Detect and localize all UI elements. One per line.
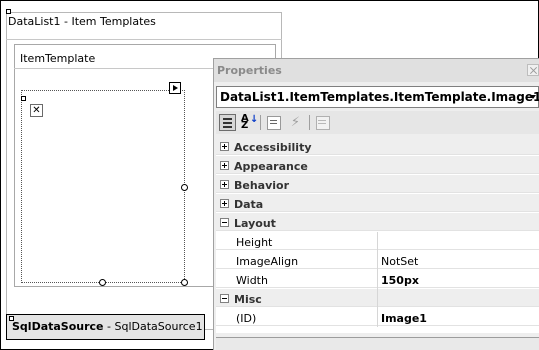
datalist-panel-title: DataList1 - Item Templates	[8, 15, 156, 28]
selected-object-text: DataList1.ItemTemplates.ItemTemplate.Ima…	[220, 90, 539, 104]
property-name: (ID)	[236, 312, 257, 325]
category-label: Misc	[234, 293, 262, 306]
properties-icon[interactable]	[265, 114, 282, 131]
property-pages-icon[interactable]	[314, 114, 331, 131]
expand-icon[interactable]	[220, 199, 229, 208]
broken-image-icon: ✕	[30, 104, 43, 117]
image-control[interactable]	[21, 90, 185, 283]
sqldatasource-id: SqlDataSource1	[114, 320, 203, 333]
column-divider[interactable]	[377, 232, 378, 327]
expand-icon[interactable]	[220, 142, 229, 151]
property-value[interactable]: Image1	[381, 312, 427, 325]
category-label: Appearance	[234, 160, 308, 173]
item-template-label: ItemTemplate	[20, 52, 96, 65]
sqldatasource-separator: -	[103, 320, 115, 333]
smart-tag-button[interactable]	[169, 82, 181, 94]
toolbar-separator	[260, 115, 261, 130]
category-label: Data	[234, 198, 264, 211]
panel-divider	[6, 39, 282, 40]
sqldatasource-label: SqlDataSource - SqlDataSource1	[12, 320, 203, 333]
property-name: Height	[236, 236, 273, 249]
sqldatasource-type: SqlDataSource	[12, 320, 104, 333]
resize-handle-right[interactable]	[181, 184, 188, 191]
category-label: Behavior	[234, 179, 290, 192]
collapse-icon[interactable]	[220, 294, 229, 303]
categorized-icon[interactable]	[219, 114, 236, 131]
toolbar-separator	[309, 115, 310, 130]
collapse-icon[interactable]	[220, 218, 229, 227]
category-row-data[interactable]	[216, 194, 539, 212]
property-name: ImageAlign	[236, 255, 299, 268]
resize-handle-bottom[interactable]	[99, 279, 106, 286]
properties-title: Properties	[217, 64, 282, 77]
expand-icon[interactable]	[220, 161, 229, 170]
property-value[interactable]: 150px	[381, 274, 419, 287]
category-label: Layout	[234, 217, 276, 230]
property-name: Width	[236, 274, 268, 287]
category-label: Accessibility	[234, 141, 312, 154]
chevron-down-icon[interactable]	[530, 95, 536, 99]
control-glyph-icon	[6, 9, 11, 14]
resize-handle-bottom-right[interactable]	[181, 279, 188, 286]
alphabetical-icon[interactable]: A Z ↓	[240, 114, 258, 131]
property-value[interactable]: NotSet	[381, 255, 418, 268]
control-glyph-icon	[21, 96, 26, 101]
close-icon[interactable]	[527, 64, 539, 76]
lightning-bolt-icon[interactable]: ⚡	[287, 114, 304, 131]
description-pane	[216, 337, 539, 350]
expand-icon[interactable]	[220, 180, 229, 189]
